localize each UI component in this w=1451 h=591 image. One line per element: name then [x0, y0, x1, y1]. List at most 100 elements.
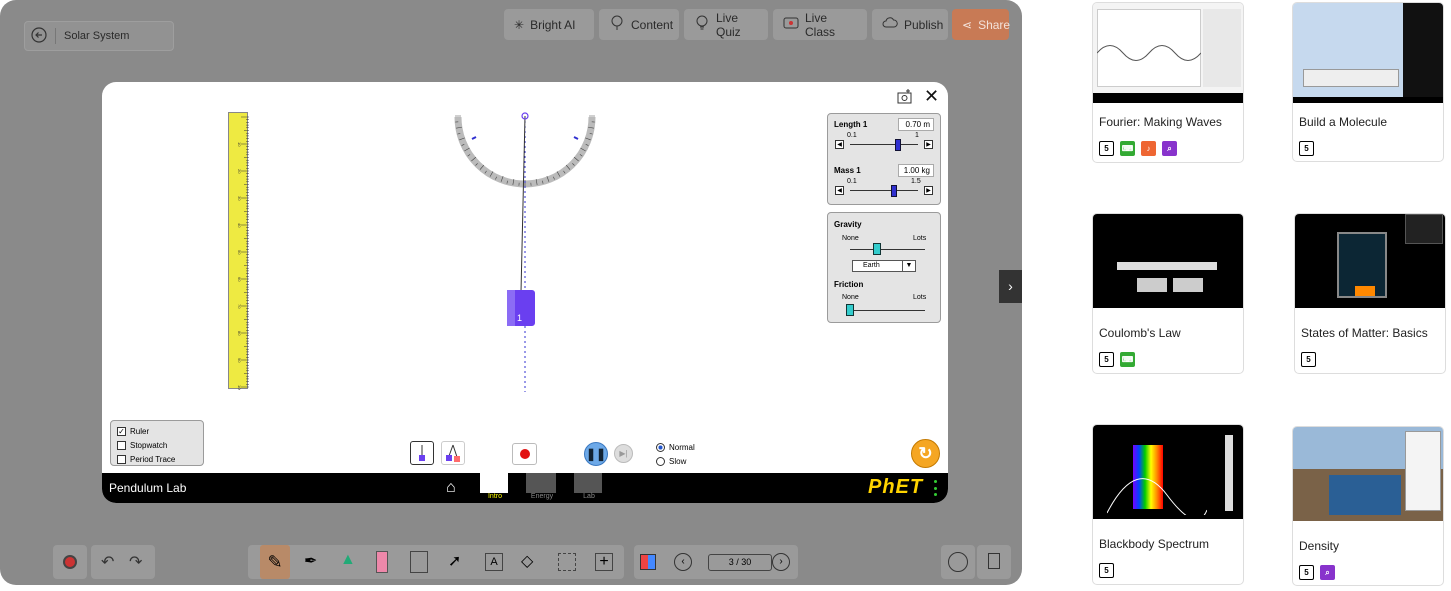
select-pointer-icon[interactable]: ➚ — [448, 551, 461, 571]
card-badges: 5 ⌕ — [1293, 565, 1443, 580]
card-title: Density — [1299, 539, 1340, 553]
circle-icon — [948, 552, 968, 572]
length-decrease-button[interactable]: ◀ — [835, 140, 844, 149]
record-tool-button[interactable] — [53, 545, 87, 579]
stopwatch-checkbox[interactable]: Stopwatch — [117, 438, 197, 452]
home-icon[interactable]: ⌂ — [446, 479, 456, 497]
card-badges: 5 — [1093, 563, 1243, 578]
friction-slider-track[interactable] — [850, 310, 925, 311]
two-pendulums-button[interactable] — [441, 441, 465, 465]
phet-logo[interactable]: PhET — [868, 476, 923, 499]
redo-icon[interactable]: ↷ — [129, 552, 142, 572]
period-trace-checkbox[interactable]: Period Trace — [117, 452, 197, 466]
publish-button[interactable]: Publish — [872, 9, 948, 40]
mass-increase-button[interactable]: ▶ — [924, 186, 933, 195]
pendulum-string — [520, 115, 526, 293]
step-button[interactable]: ▶| — [614, 444, 633, 463]
friction-label: Friction — [834, 280, 864, 289]
bob-label: 1 — [517, 313, 522, 323]
bright-ai-button[interactable]: ✳ Bright AI — [504, 9, 594, 40]
lesson-title-box[interactable]: Solar System — [24, 21, 174, 51]
undo-redo-group: ↶ ↷ — [91, 545, 155, 579]
share-button[interactable]: ⋖ Share — [952, 9, 1010, 40]
record-icon — [783, 15, 799, 34]
delete-button[interactable] — [977, 545, 1011, 579]
sim-card-fourier[interactable]: Fourier: Making Waves 5 ⌨ ♪ ⌕ — [1092, 2, 1244, 163]
mass-slider-thumb[interactable] — [891, 185, 897, 197]
mass-max-label: 1.5 — [911, 178, 921, 185]
sim-card-blackbody[interactable]: Blackbody Spectrum 5 — [1092, 424, 1244, 585]
circle-tool-button[interactable] — [941, 545, 975, 579]
friction-slider-thumb[interactable] — [846, 304, 854, 316]
presentation-stage: Solar System ✳ Bright AI Content Live Qu… — [0, 0, 1022, 585]
record-circle-icon — [63, 555, 77, 569]
tab-lab[interactable]: Lab — [574, 473, 604, 503]
thumbnail-states-of-matter — [1295, 214, 1445, 314]
length-min-label: 0.1 — [847, 132, 857, 139]
back-arrow-icon[interactable] — [31, 26, 47, 46]
keyboard-icon: ⌨ — [1120, 141, 1135, 156]
prev-page-icon[interactable]: ‹ — [674, 553, 692, 571]
thumbnail-blackbody — [1093, 425, 1243, 525]
amplitude-marker-left — [471, 136, 477, 140]
length-slider-thumb[interactable] — [895, 139, 901, 151]
friction-min-label: None — [842, 294, 859, 301]
mass-decrease-button[interactable]: ◀ — [835, 186, 844, 195]
tree-icon — [609, 15, 625, 34]
add-icon[interactable]: + — [595, 553, 613, 571]
gravity-slider-thumb[interactable] — [873, 243, 881, 255]
record-button[interactable] — [512, 443, 537, 465]
record-dot-icon — [519, 449, 530, 459]
sim-card-states-of-matter[interactable]: States of Matter: Basics 5 — [1294, 213, 1446, 374]
card-badges: 5 ⌨ ♪ ⌕ — [1093, 141, 1243, 156]
length-label: Length 1 — [834, 120, 868, 129]
fountain-pen-icon[interactable]: ✒ — [304, 551, 317, 571]
step-forward-icon: ▶| — [619, 449, 628, 458]
reset-all-button[interactable]: ↻ — [911, 439, 940, 468]
next-page-icon[interactable]: › — [772, 553, 790, 571]
image-crop-icon[interactable] — [558, 553, 576, 571]
thumbnail-coulombs-law — [1093, 214, 1243, 314]
thumbnail-fourier — [1093, 3, 1243, 103]
shapes-icon[interactable]: ◇ — [521, 551, 533, 571]
gravity-slider-track[interactable] — [850, 249, 925, 250]
one-pendulum-button[interactable] — [410, 441, 434, 465]
card-title: Coulomb's Law — [1099, 326, 1181, 340]
color-palette-icon[interactable] — [640, 554, 656, 570]
normal-speed-radio[interactable]: Normal — [656, 440, 695, 454]
card-badges: 5 — [1293, 141, 1443, 156]
mass-value: 1.00 kg — [898, 164, 934, 177]
undo-icon[interactable]: ↶ — [101, 552, 114, 572]
html5-icon: 5 — [1099, 352, 1114, 367]
drawing-toolbar: ✎ ✒ ▲ ➚ A ◇ + — [248, 545, 624, 579]
menu-dots-icon[interactable] — [934, 480, 937, 496]
pause-button[interactable]: ❚❚ — [584, 442, 608, 466]
highlighter-icon[interactable]: ▲ — [340, 551, 356, 569]
text-tool-icon[interactable]: A — [485, 553, 503, 571]
mass-slider-track[interactable] — [850, 190, 918, 191]
gravity-select[interactable]: Earth ▼ — [852, 260, 916, 272]
html5-icon: 5 — [1301, 352, 1316, 367]
length-increase-button[interactable]: ▶ — [924, 140, 933, 149]
pen-icon[interactable]: ✎ — [260, 545, 290, 579]
ruler-checkbox[interactable]: ✓ Ruler — [117, 424, 197, 438]
eraser-icon[interactable] — [376, 551, 388, 573]
sim-card-build-molecule[interactable]: Build a Molecule 5 — [1292, 2, 1444, 162]
ruler-tool-icon[interactable] — [410, 551, 428, 573]
length-max-label: 1 — [915, 132, 919, 139]
sim-card-coulombs-law[interactable]: Coulomb's Law 5 ⌨ — [1092, 213, 1244, 374]
speed-radio-group: Normal Slow — [656, 440, 695, 468]
collapse-panel-button[interactable]: › — [999, 270, 1022, 303]
sim-card-density[interactable]: Density 5 ⌕ — [1292, 426, 1444, 586]
amplitude-marker-right — [573, 136, 579, 140]
live-quiz-button[interactable]: Live Quiz — [684, 9, 768, 40]
keyboard-icon: ⌨ — [1120, 352, 1135, 367]
live-class-button[interactable]: Live Class — [773, 9, 867, 40]
slow-speed-radio[interactable]: Slow — [656, 454, 695, 468]
tab-intro[interactable]: Intro — [480, 473, 510, 503]
content-button[interactable]: Content — [599, 9, 679, 40]
length-slider-track[interactable] — [850, 144, 918, 145]
mass-label: Mass 1 — [834, 166, 861, 175]
tab-energy[interactable]: Energy — [526, 473, 558, 503]
lesson-title: Solar System — [64, 30, 130, 42]
